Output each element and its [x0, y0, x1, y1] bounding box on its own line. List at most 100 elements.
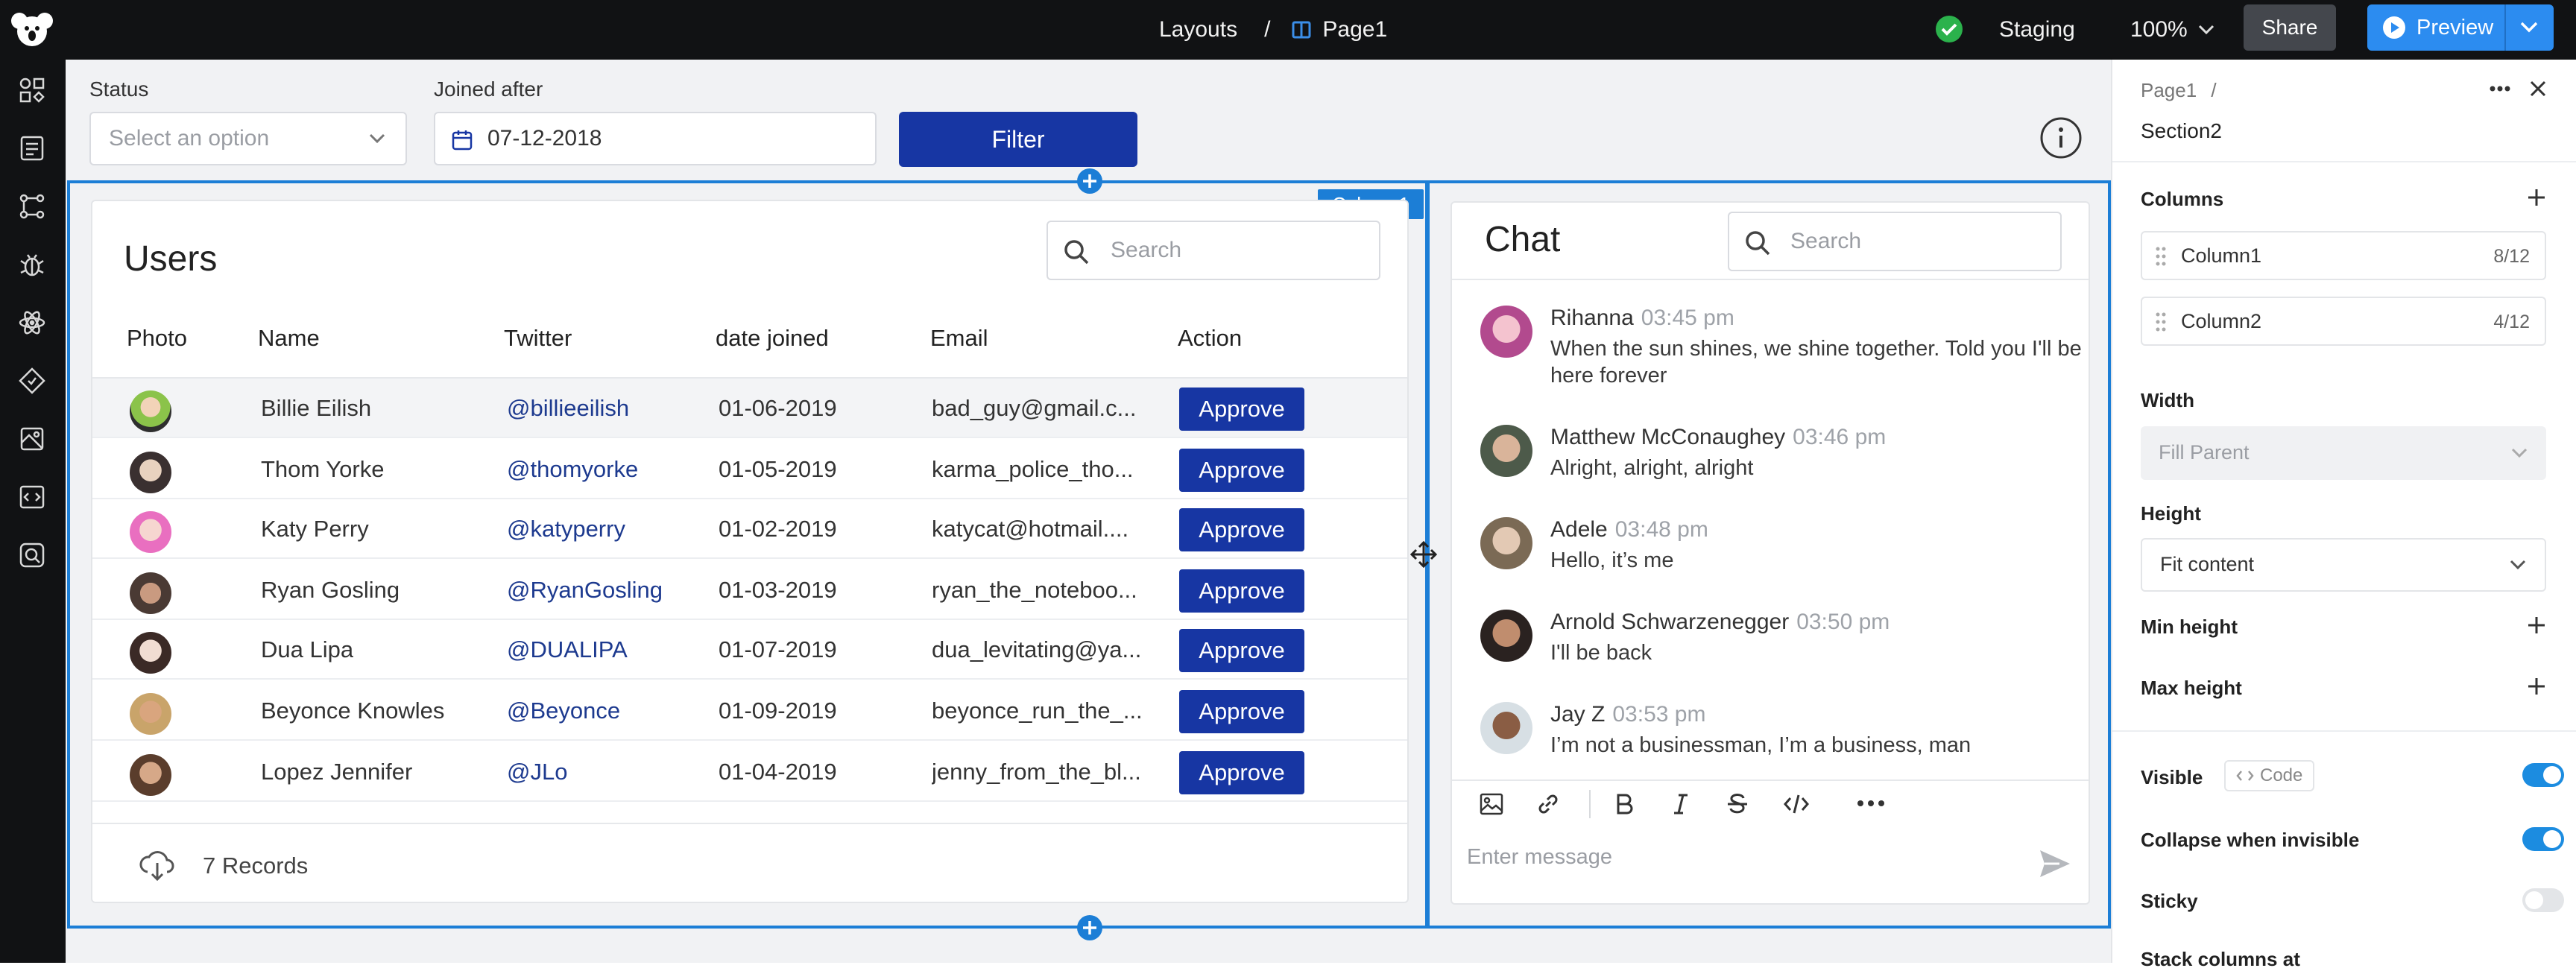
cell-name: Billie Eilish	[261, 395, 372, 421]
column-item[interactable]: Column1 8/12	[2141, 231, 2546, 280]
drag-handle-icon[interactable]	[2156, 246, 2166, 267]
avatar	[1480, 702, 1532, 754]
status-placeholder: Select an option	[109, 126, 270, 151]
add-section-top-icon[interactable]	[1076, 167, 1104, 195]
variables-tag-icon[interactable]	[16, 365, 48, 396]
approve-button[interactable]: Approve	[1179, 508, 1304, 551]
theme-icon[interactable]	[16, 423, 48, 455]
message-input[interactable]: Enter message	[1467, 845, 2004, 870]
share-button[interactable]: Share	[2244, 4, 2336, 51]
avatar	[1480, 517, 1532, 569]
avatar	[130, 511, 171, 553]
image-icon[interactable]	[1479, 791, 1504, 817]
sticky-toggle[interactable]	[2522, 888, 2564, 912]
add-section-bottom-icon[interactable]	[1076, 914, 1104, 942]
cell-twitter[interactable]: @katyperry	[507, 499, 625, 559]
cell-name: Beyonce Knowles	[261, 698, 445, 724]
send-icon[interactable]	[2038, 848, 2072, 879]
avatar	[130, 452, 171, 493]
italic-icon[interactable]	[1668, 791, 1693, 817]
queries-icon[interactable]	[16, 191, 48, 222]
chevron-down-icon[interactable]	[2519, 21, 2539, 34]
preview-button[interactable]: Preview	[2367, 4, 2554, 51]
avatar	[130, 572, 171, 614]
cell-email: karma_police_tho...	[932, 456, 1134, 482]
approve-button[interactable]: Approve	[1179, 388, 1304, 431]
pages-icon[interactable]	[16, 133, 48, 164]
column-item[interactable]: Column2 4/12	[2141, 297, 2546, 346]
zoom-select[interactable]: 100%	[2130, 13, 2214, 46]
approve-button[interactable]: Approve	[1179, 751, 1304, 794]
col-header-email[interactable]: Email	[930, 325, 988, 352]
cloud-download-icon[interactable]	[139, 848, 176, 882]
add-column-plus-icon[interactable]	[2525, 186, 2548, 209]
cell-twitter[interactable]: @Beyonce	[507, 681, 620, 741]
cell-twitter[interactable]: @RyanGosling	[507, 560, 663, 620]
add-max-height-plus-icon[interactable]	[2525, 675, 2548, 698]
col-header-twitter[interactable]: Twitter	[504, 325, 572, 352]
message-author: Adele	[1550, 517, 1608, 542]
table-row[interactable]: Beyonce Knowles @Beyonce 01-09-2019 beyo…	[92, 681, 1407, 741]
col-header-action[interactable]: Action	[1178, 325, 1242, 352]
cell-twitter[interactable]: @billieeilish	[507, 379, 629, 438]
message-text: I’m not a businessman, I’m a business, m…	[1550, 733, 1972, 757]
table-row[interactable]: Lopez Jennifer @JLo 01-04-2019 jenny_fro…	[92, 742, 1407, 802]
info-icon[interactable]	[2039, 116, 2083, 159]
filter-button[interactable]: Filter	[899, 112, 1137, 167]
debugger-bug-icon[interactable]	[16, 249, 48, 280]
width-select: Fill Parent	[2141, 426, 2546, 480]
table-row[interactable]: Billie Eilish @billieeilish 01-06-2019 b…	[92, 379, 1407, 438]
code-block-icon[interactable]	[1783, 791, 1810, 817]
code-icon[interactable]	[16, 481, 48, 513]
cell-email: ryan_the_noteboo...	[932, 577, 1137, 603]
bold-icon[interactable]	[1611, 791, 1637, 817]
environment-label[interactable]: Staging	[1999, 13, 2075, 46]
col-header-photo[interactable]: Photo	[127, 325, 187, 352]
visible-toggle[interactable]	[2522, 763, 2564, 787]
status-select[interactable]: Select an option	[89, 112, 407, 165]
split-divider	[2504, 4, 2506, 51]
link-icon[interactable]	[1535, 791, 1561, 817]
add-min-height-plus-icon[interactable]	[2525, 614, 2548, 636]
table-row[interactable]: Katy Perry @katyperry 01-02-2019 katycat…	[92, 499, 1407, 559]
drag-handle-icon[interactable]	[2156, 311, 2166, 332]
users-search-input[interactable]: Search	[1046, 221, 1380, 280]
cell-twitter[interactable]: @JLo	[507, 742, 567, 802]
more-options-icon[interactable]	[1856, 797, 1886, 809]
avatar	[130, 693, 171, 735]
col-header-date-joined[interactable]: date joined	[716, 325, 829, 352]
table-row[interactable]: Thom Yorke @thomyorke 01-05-2019 karma_p…	[92, 440, 1407, 499]
cell-twitter[interactable]: @thomyorke	[507, 440, 638, 499]
approve-button[interactable]: Approve	[1179, 629, 1304, 672]
height-select[interactable]: Fit content	[2141, 538, 2546, 592]
table-row[interactable]: Dua Lipa @DUALIPA 01-07-2019 dua_levitat…	[92, 620, 1407, 680]
app-logo-icon[interactable]	[10, 10, 54, 49]
table-row[interactable]: Ryan Gosling @RyanGosling 01-03-2019 rya…	[92, 560, 1407, 620]
breadcrumb-page[interactable]: Page1	[1322, 17, 1387, 42]
approve-button[interactable]: Approve	[1179, 690, 1304, 733]
collapse-toggle[interactable]	[2522, 827, 2564, 851]
col-header-name[interactable]: Name	[258, 325, 320, 352]
calendar-icon	[450, 128, 474, 152]
close-icon[interactable]	[2528, 79, 2548, 98]
breadcrumb-layouts[interactable]: Layouts	[1159, 17, 1237, 42]
column-resize-handle-icon[interactable]	[1410, 541, 1437, 568]
message-author: Arnold Schwarzenegger	[1550, 610, 1790, 634]
approve-button[interactable]: Approve	[1179, 569, 1304, 613]
cell-twitter[interactable]: @DUALIPA	[507, 620, 628, 680]
chat-search-input[interactable]: Search	[1728, 212, 2062, 271]
more-options-icon[interactable]	[2490, 85, 2510, 92]
components-icon[interactable]	[16, 75, 48, 106]
composer-divider	[1452, 779, 2089, 781]
panel-breadcrumb-page[interactable]: Page1	[2141, 79, 2197, 101]
panel-breadcrumb: Page1 /	[2141, 79, 2217, 102]
plugins-atom-icon[interactable]	[16, 307, 48, 338]
page-icon	[1291, 19, 1312, 40]
preview-label: Preview	[2416, 15, 2494, 39]
chevron-down-icon	[2198, 25, 2214, 35]
code-toggle-button[interactable]: Code	[2224, 760, 2315, 791]
strikethrough-icon[interactable]	[1725, 791, 1750, 817]
approve-button[interactable]: Approve	[1179, 449, 1304, 492]
joined-after-date-input[interactable]: 07-12-2018	[434, 112, 877, 165]
search-inspect-icon[interactable]	[16, 540, 48, 571]
